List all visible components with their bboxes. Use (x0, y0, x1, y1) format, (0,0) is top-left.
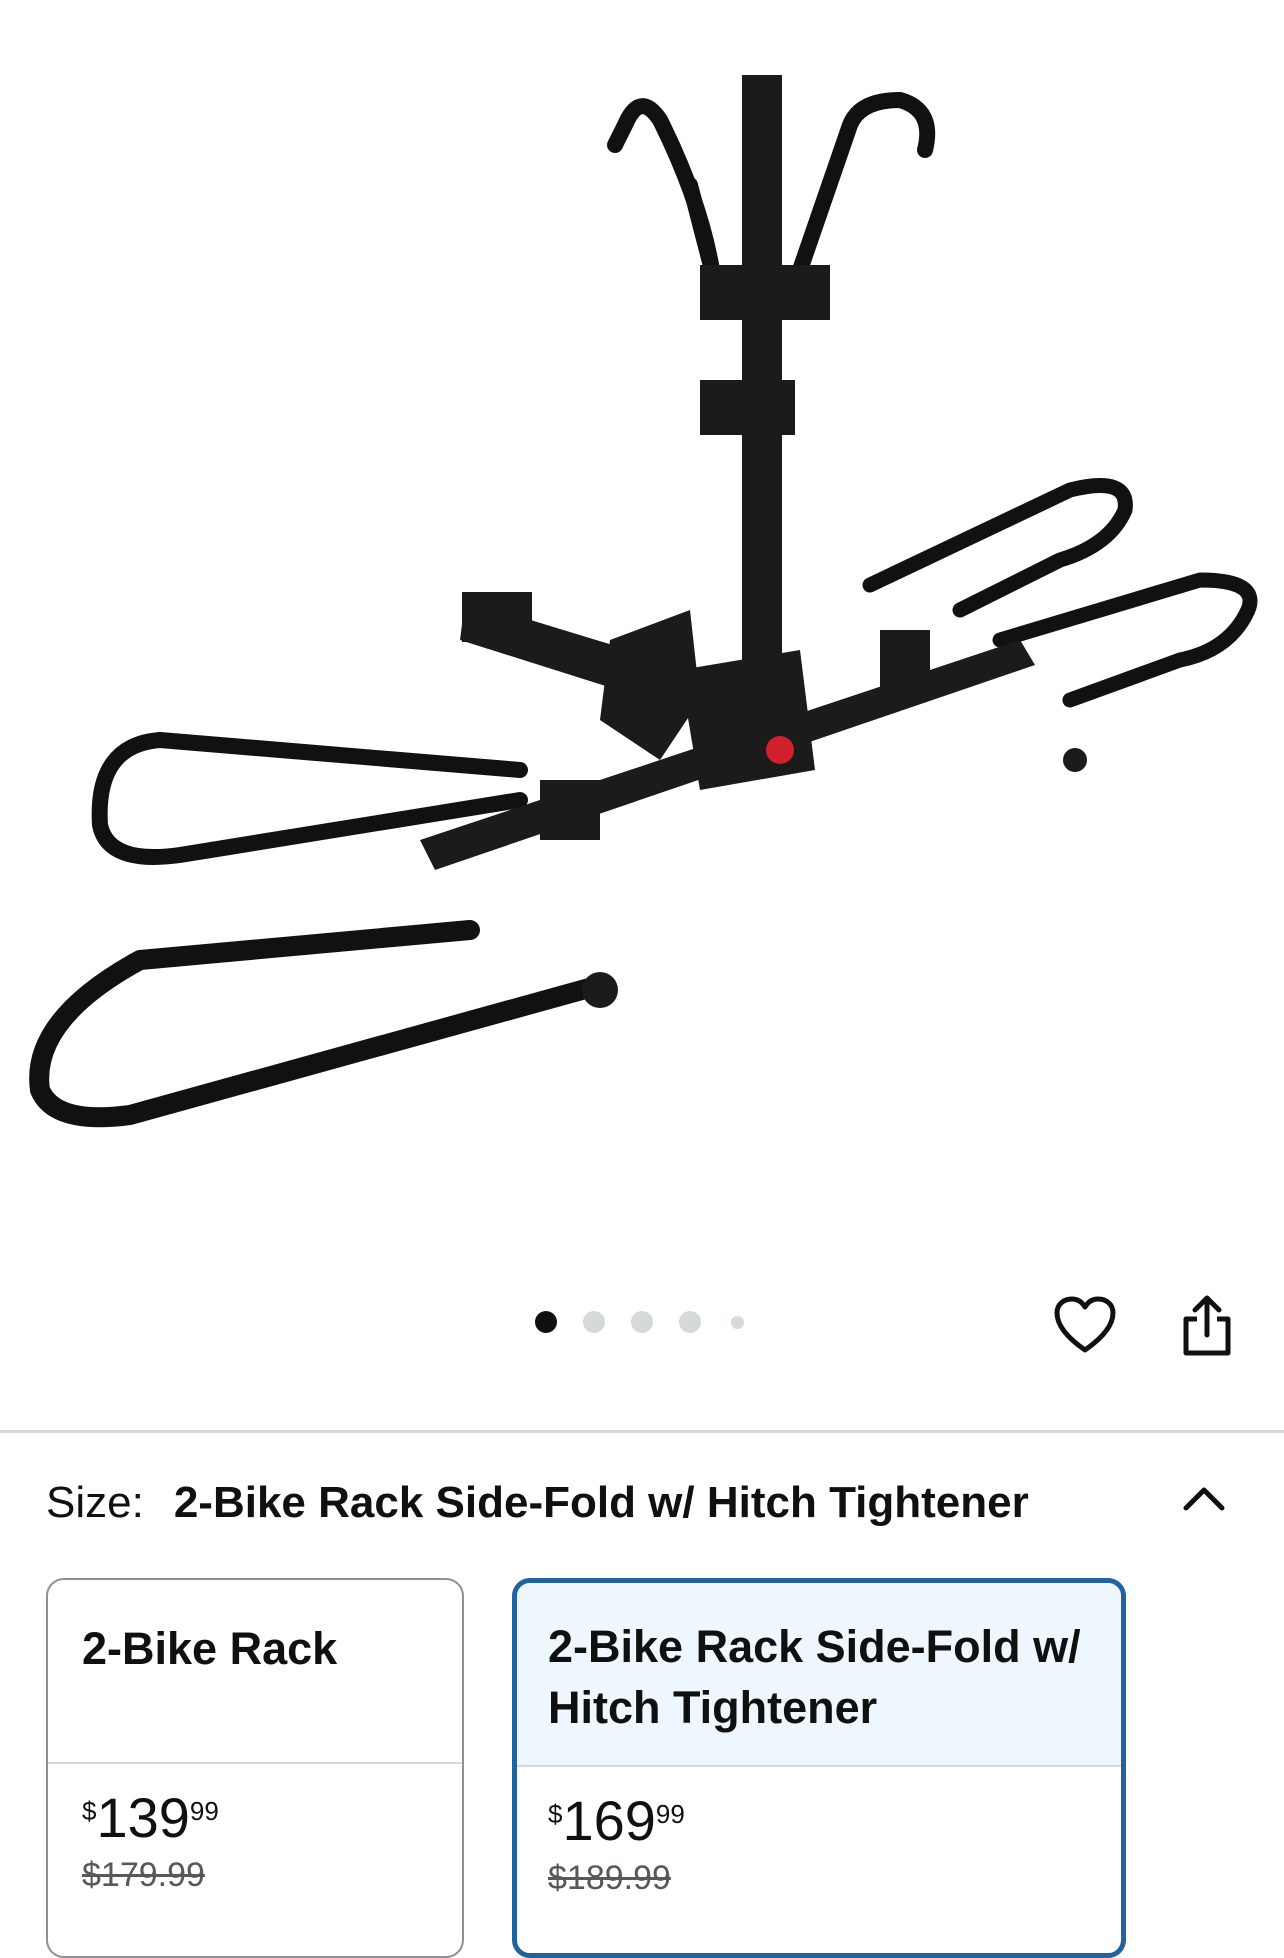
option-price: $ 139 99 (82, 1790, 428, 1846)
selected-variation-value: 2-Bike Rack Side-Fold w/ Hitch Tightener (173, 1478, 1029, 1527)
price-whole: 139 (96, 1786, 190, 1849)
pagination-dot-3[interactable] (631, 1311, 653, 1333)
option-title: 2-Bike Rack Side-Fold w/ Hitch Tightener (517, 1583, 1121, 1765)
list-price: $179.99 (82, 1856, 205, 1894)
pagination-dot-5[interactable] (731, 1316, 744, 1329)
price-currency: $ (82, 1796, 97, 1826)
option-price-block: $ 139 99 $179.99 (48, 1764, 462, 1895)
variation-header[interactable]: Size: 2-Bike Rack Side-Fold w/ Hitch Tig… (46, 1476, 1246, 1530)
pagination-dot-2[interactable] (583, 1311, 605, 1333)
share-button[interactable] (1172, 1288, 1242, 1362)
chevron-up-icon (1183, 1487, 1225, 1511)
price-currency: $ (548, 1799, 563, 1829)
variation-option-card-selected[interactable]: 2-Bike Rack Side-Fold w/ Hitch Tightener… (512, 1578, 1126, 1958)
price-fraction: 99 (655, 1799, 685, 1829)
variation-option-card[interactable]: 2-Bike Rack $ 139 99 $179.99 (46, 1578, 464, 1958)
share-icon (1183, 1295, 1231, 1356)
variation-label: Size: (46, 1478, 144, 1527)
list-price: $189.99 (548, 1859, 671, 1897)
pagination-dot-4[interactable] (679, 1311, 701, 1333)
product-image[interactable] (0, 0, 1284, 1240)
add-to-list-button[interactable] (1050, 1290, 1120, 1360)
pagination-dot-1[interactable] (535, 1311, 557, 1333)
option-title: 2-Bike Rack (82, 1623, 338, 1674)
heart-outline-icon (1054, 1296, 1116, 1353)
section-divider (0, 1430, 1284, 1433)
option-price-block: $ 169 99 $189.99 (517, 1767, 1121, 1898)
price-whole: 169 (562, 1789, 656, 1852)
option-price: $ 169 99 (548, 1793, 1090, 1849)
collapse-variations-button[interactable] (1176, 1470, 1232, 1526)
price-fraction: 99 (189, 1796, 219, 1826)
